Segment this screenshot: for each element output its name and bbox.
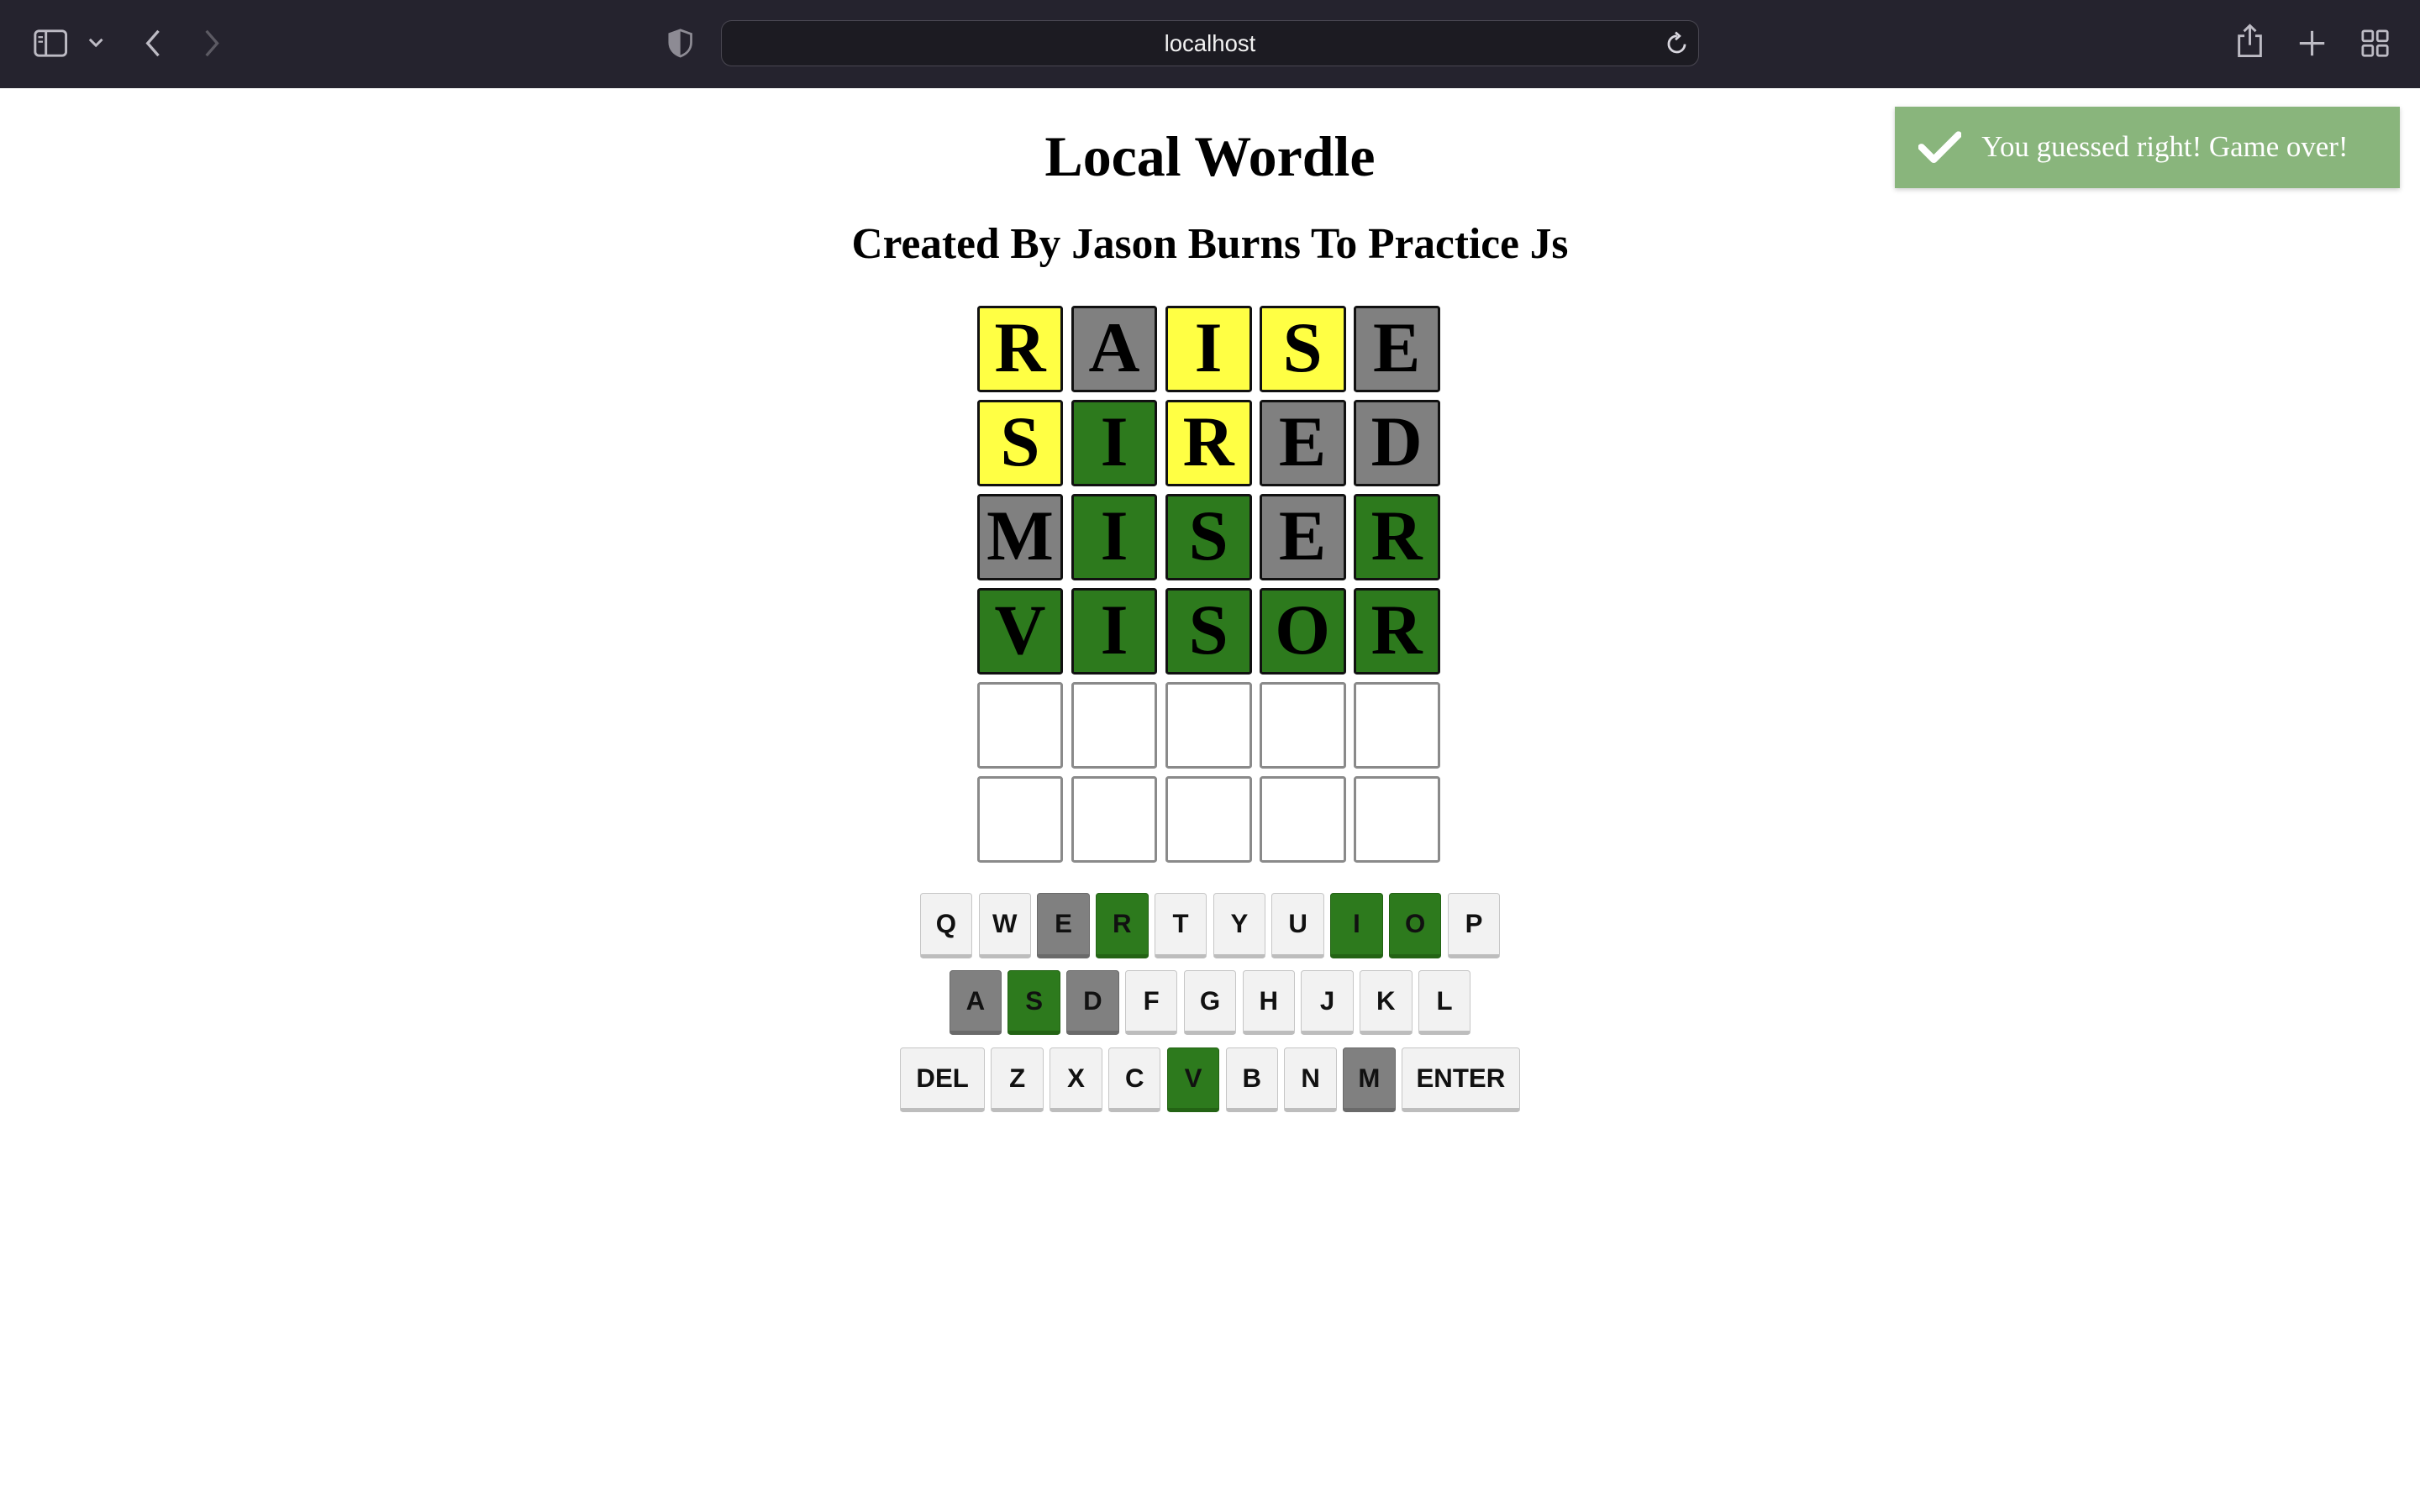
board-tile bbox=[1165, 775, 1252, 863]
back-icon[interactable] bbox=[139, 26, 166, 60]
board-tile bbox=[1165, 681, 1252, 769]
on-screen-keyboard: Q W E R T Y U I O P A S D F G H J K L DEL Z X C V B N M ENTER bbox=[0, 893, 2420, 1124]
key-v[interactable]: V bbox=[1166, 1047, 1220, 1113]
board-tile: S bbox=[1259, 305, 1346, 392]
reload-icon[interactable] bbox=[1665, 30, 1689, 55]
key-s[interactable]: S bbox=[1007, 970, 1060, 1036]
board-tile: I bbox=[1165, 305, 1252, 392]
success-toast[interactable]: You guessed right! Game over! bbox=[1895, 106, 2401, 189]
key-d[interactable]: D bbox=[1066, 970, 1119, 1036]
board-tile: A bbox=[1071, 305, 1158, 392]
key-g[interactable]: G bbox=[1183, 970, 1237, 1036]
key-e[interactable]: E bbox=[1037, 893, 1090, 958]
delete-key[interactable]: DEL bbox=[900, 1047, 986, 1113]
board-tile: R bbox=[1353, 587, 1440, 675]
board-tile: R bbox=[1353, 493, 1440, 580]
board-tile: S bbox=[1165, 493, 1252, 580]
key-b[interactable]: B bbox=[1225, 1047, 1279, 1113]
board-tile: S bbox=[976, 399, 1064, 486]
board-tile: M bbox=[976, 493, 1064, 580]
board-tile: O bbox=[1259, 587, 1346, 675]
board-tile bbox=[1071, 681, 1158, 769]
board-tile: E bbox=[1353, 305, 1440, 392]
board-tile: I bbox=[1071, 493, 1158, 580]
sidebar-icon[interactable] bbox=[34, 26, 68, 60]
keyboard-row: DEL Z X C V B N M ENTER bbox=[0, 1047, 2420, 1113]
board-tile: I bbox=[1071, 399, 1158, 486]
board-tile: E bbox=[1259, 399, 1346, 486]
toast-message: You guessed right! Game over! bbox=[1981, 130, 2349, 164]
board-tile: E bbox=[1259, 493, 1346, 580]
key-x[interactable]: X bbox=[1050, 1047, 1102, 1113]
key-n[interactable]: N bbox=[1284, 1047, 1337, 1113]
privacy-shield-icon[interactable] bbox=[666, 28, 697, 59]
key-w[interactable]: W bbox=[978, 893, 1031, 958]
board-tile: V bbox=[976, 587, 1064, 675]
browser-toolbar: localhost bbox=[0, 0, 2420, 88]
board-tile bbox=[1071, 775, 1158, 863]
url-text: localhost bbox=[1164, 29, 1256, 56]
enter-key[interactable]: ENTER bbox=[1401, 1047, 1520, 1113]
new-tab-icon[interactable] bbox=[2295, 26, 2328, 60]
key-j[interactable]: J bbox=[1301, 970, 1354, 1036]
key-q[interactable]: Q bbox=[919, 893, 973, 958]
board-tile bbox=[1353, 681, 1440, 769]
board-tile: S bbox=[1165, 587, 1252, 675]
board-tile bbox=[1353, 775, 1440, 863]
key-c[interactable]: C bbox=[1108, 1047, 1161, 1113]
board-tile bbox=[1259, 775, 1346, 863]
tab-overview-icon[interactable] bbox=[2358, 26, 2391, 60]
chevron-down-icon[interactable] bbox=[85, 33, 107, 55]
key-p[interactable]: P bbox=[1447, 893, 1501, 958]
share-icon[interactable] bbox=[2233, 22, 2267, 62]
board-tile: R bbox=[976, 305, 1064, 392]
address-bar[interactable]: localhost bbox=[720, 19, 1700, 66]
keyboard-row: ASDFGHJKL bbox=[0, 970, 2420, 1036]
key-l[interactable]: L bbox=[1418, 970, 1471, 1036]
key-t[interactable]: T bbox=[1154, 893, 1207, 958]
key-a[interactable]: A bbox=[949, 970, 1002, 1036]
key-r[interactable]: R bbox=[1096, 893, 1149, 958]
key-u[interactable]: U bbox=[1271, 893, 1324, 958]
board-tile: I bbox=[1071, 587, 1158, 675]
key-z[interactable]: Z bbox=[991, 1047, 1044, 1113]
keyboard-row: QWERTYUIOP bbox=[0, 893, 2420, 958]
key-h[interactable]: H bbox=[1242, 970, 1295, 1036]
board-tile bbox=[976, 681, 1064, 769]
game-board: RAISESIREDMISERVISOR bbox=[976, 305, 1445, 863]
board-tile bbox=[1259, 681, 1346, 769]
board-tile: D bbox=[1353, 399, 1440, 486]
key-m[interactable]: M bbox=[1343, 1047, 1396, 1113]
forward-icon[interactable] bbox=[197, 26, 225, 60]
key-i[interactable]: I bbox=[1330, 893, 1383, 958]
key-f[interactable]: F bbox=[1124, 970, 1178, 1036]
board-tile bbox=[976, 775, 1064, 863]
key-y[interactable]: Y bbox=[1213, 893, 1266, 958]
key-k[interactable]: K bbox=[1360, 970, 1413, 1036]
key-o[interactable]: O bbox=[1388, 893, 1442, 958]
page-subtitle: Created By Jason Burns To Practice Js bbox=[851, 219, 1569, 268]
checkmark-icon bbox=[1918, 130, 1962, 164]
board-tile: R bbox=[1165, 399, 1252, 486]
